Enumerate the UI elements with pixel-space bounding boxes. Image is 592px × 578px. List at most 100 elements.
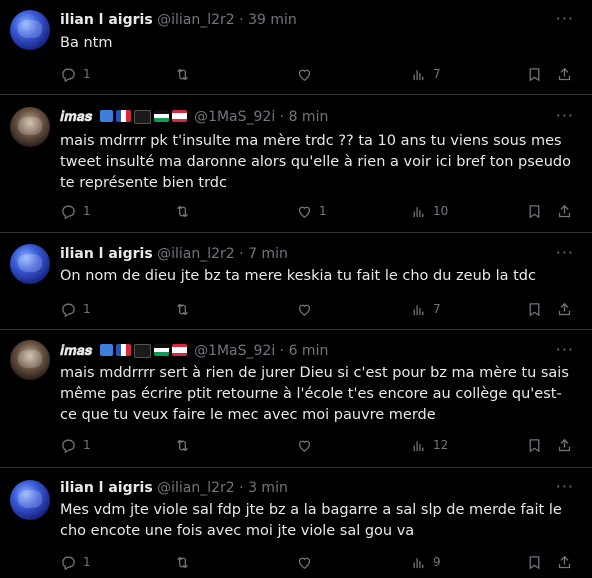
- timestamp[interactable]: 6 min: [289, 343, 329, 359]
- reply-button[interactable]: 1: [60, 435, 91, 455]
- tweet-header: ilian l aigris @ilian_l2r2 · 7 min: [60, 244, 288, 264]
- like-button[interactable]: [296, 435, 319, 455]
- views-icon: [413, 69, 424, 80]
- reply-icon: [62, 205, 75, 219]
- timestamp[interactable]: 8 min: [289, 109, 329, 125]
- action-bar: 1 9: [60, 552, 580, 572]
- bookmark-button[interactable]: [526, 201, 543, 221]
- views-button[interactable]: 10: [410, 201, 448, 221]
- views-icon: [413, 206, 424, 217]
- separator: ·: [239, 12, 244, 28]
- handle[interactable]: @1MaS_92i: [194, 343, 275, 359]
- reply-button[interactable]: 1: [60, 201, 91, 221]
- more-icon[interactable]: ···: [556, 340, 574, 359]
- share-icon: [558, 438, 571, 451]
- avatar[interactable]: [10, 107, 50, 147]
- share-button[interactable]: [556, 552, 573, 572]
- avatar[interactable]: [10, 340, 50, 380]
- bookmark-icon: [529, 438, 540, 452]
- like-icon: [298, 557, 311, 569]
- handle[interactable]: @ilian_l2r2: [157, 246, 235, 262]
- name-emojis: [99, 110, 187, 124]
- tweet-text: mais mddrrrr sert à rien de jurer Dieu s…: [60, 365, 569, 423]
- display-name[interactable]: ilian l aigris: [60, 480, 153, 496]
- views-button[interactable]: 12: [410, 435, 448, 455]
- tweet-text: mais mdrrrr pk t'insulte ma mère trdc ??…: [60, 133, 571, 191]
- flag-lb: [171, 110, 187, 122]
- tweet-header: ilian l aigris @ilian_l2r2 · 39 min: [60, 10, 297, 30]
- share-button[interactable]: [556, 201, 573, 221]
- display-name[interactable]: 𝒊𝒎𝒂𝒔: [60, 109, 92, 125]
- more-icon[interactable]: ···: [556, 9, 574, 28]
- avatar[interactable]: [10, 244, 50, 284]
- like-icon: [298, 206, 311, 218]
- tweet-header: ilian l aigris @ilian_l2r2 · 3 min: [60, 478, 288, 498]
- retweet-button[interactable]: [174, 435, 191, 455]
- timeline: ilian l aigris @ilian_l2r2 · 39 min ··· …: [0, 0, 592, 578]
- views-icon: [413, 304, 424, 315]
- share-icon: [558, 67, 571, 80]
- tweet[interactable]: 𝒊𝒎𝒂𝒔 @1MaS_92i · 8 min ··· mais mdrrrr p…: [0, 95, 592, 233]
- timestamp[interactable]: 7 min: [248, 246, 288, 262]
- more-icon[interactable]: ···: [556, 477, 574, 496]
- like-button[interactable]: 1: [296, 201, 327, 221]
- display-name[interactable]: 𝒊𝒎𝒂𝒔: [60, 343, 92, 359]
- reply-button[interactable]: 1: [60, 299, 91, 319]
- bookmark-button[interactable]: [526, 552, 543, 572]
- retweet-icon: [177, 303, 188, 315]
- like-button[interactable]: [296, 64, 319, 84]
- handle[interactable]: @ilian_l2r2: [157, 480, 235, 496]
- display-name[interactable]: ilian l aigris: [60, 246, 153, 262]
- flag-ps: [153, 344, 169, 356]
- tweet-header: 𝒊𝒎𝒂𝒔 @1MaS_92i · 6 min: [60, 341, 328, 361]
- views-button[interactable]: 7: [410, 64, 441, 84]
- share-button[interactable]: [556, 64, 573, 84]
- retweet-button[interactable]: [174, 201, 191, 221]
- heart-emoji: [99, 110, 113, 122]
- share-icon: [558, 204, 571, 217]
- name-emojis: [99, 344, 187, 358]
- handle[interactable]: @1MaS_92i: [194, 109, 275, 125]
- tweet-text: Mes vdm jte viole sal fdp jte bz a la ba…: [60, 502, 562, 539]
- timestamp[interactable]: 3 min: [248, 480, 288, 496]
- bookmark-button[interactable]: [526, 435, 543, 455]
- separator: ·: [239, 246, 244, 262]
- views-button[interactable]: 9: [410, 552, 441, 572]
- retweet-button[interactable]: [174, 299, 191, 319]
- retweet-icon: [177, 68, 188, 80]
- display-name[interactable]: ilian l aigris: [60, 12, 153, 28]
- separator: ·: [279, 109, 285, 125]
- reply-button[interactable]: 1: [60, 552, 91, 572]
- tweet[interactable]: ilian l aigris @ilian_l2r2 · 39 min ··· …: [0, 0, 592, 95]
- reply-button[interactable]: 1: [60, 64, 91, 84]
- pirate-flag: [133, 110, 151, 124]
- tweet[interactable]: 𝒊𝒎𝒂𝒔 @1MaS_92i · 6 min ··· mais mddrrrr …: [0, 330, 592, 468]
- reply-count: 1: [83, 302, 91, 316]
- tweet[interactable]: ilian l aigris @ilian_l2r2 · 7 min ··· O…: [0, 233, 592, 330]
- bookmark-icon: [529, 204, 540, 218]
- avatar[interactable]: [10, 10, 50, 50]
- handle[interactable]: @ilian_l2r2: [157, 12, 235, 28]
- more-icon[interactable]: ···: [556, 106, 574, 125]
- timestamp[interactable]: 39 min: [248, 12, 297, 28]
- tweet[interactable]: ilian l aigris @ilian_l2r2 · 3 min ··· M…: [0, 468, 592, 578]
- bookmark-button[interactable]: [526, 299, 543, 319]
- avatar[interactable]: [10, 480, 50, 520]
- view-count: 10: [433, 204, 449, 218]
- share-button[interactable]: [556, 435, 573, 455]
- bookmark-button[interactable]: [526, 64, 543, 84]
- like-icon: [298, 440, 311, 452]
- retweet-button[interactable]: [174, 552, 191, 572]
- retweet-icon: [177, 556, 188, 568]
- pirate-flag: [133, 344, 151, 358]
- reply-icon: [62, 556, 75, 570]
- retweet-button[interactable]: [174, 64, 191, 84]
- like-button[interactable]: [296, 299, 319, 319]
- like-button[interactable]: [296, 552, 319, 572]
- more-icon[interactable]: ···: [556, 243, 574, 262]
- share-button[interactable]: [556, 299, 573, 319]
- action-bar: 1 1 10: [60, 201, 580, 221]
- flag-fr: [115, 110, 131, 122]
- reply-icon: [62, 303, 75, 317]
- views-button[interactable]: 7: [410, 299, 441, 319]
